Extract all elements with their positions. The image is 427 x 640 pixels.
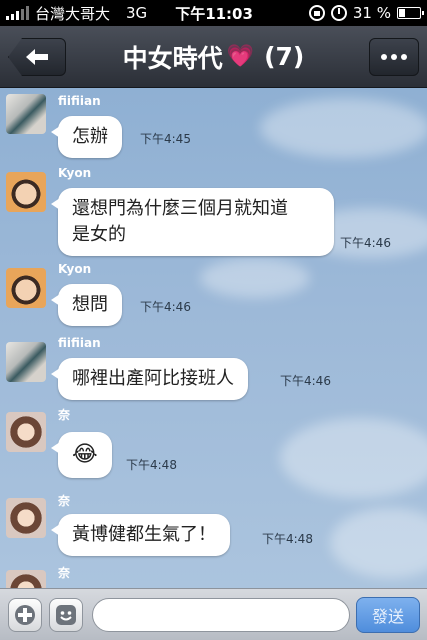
message-input[interactable] (92, 598, 350, 632)
message-input-bar: 發送 (0, 588, 427, 640)
arrow-left-icon (26, 49, 48, 65)
sender-name: Kyon (58, 166, 92, 180)
chat-messages-area[interactable]: fiifiian 怎辦 下午4:45 Kyon 還想門為什麼三個月就知道 是女的… (0, 88, 427, 588)
sender-name: Kyon (58, 262, 92, 276)
avatar[interactable] (6, 570, 46, 588)
smiley-icon (56, 605, 76, 625)
message-time: 下午4:45 (140, 132, 191, 146)
avatar[interactable] (6, 94, 46, 134)
sender-name: fiifiian (58, 94, 101, 108)
attach-button[interactable] (8, 598, 42, 632)
more-options-button[interactable] (369, 38, 419, 76)
chat-title: 中女時代 💗 (7) (123, 39, 305, 75)
back-button[interactable] (8, 38, 66, 76)
chat-header: 中女時代 💗 (7) (0, 26, 427, 88)
plus-icon (15, 605, 35, 625)
member-count: (7) (264, 42, 305, 71)
alarm-icon (330, 5, 347, 21)
sender-name: 奈 (58, 566, 71, 580)
message-text-line: 還想門為什麼三個月就知道 (72, 198, 288, 219)
message-time: 下午4:48 (126, 458, 177, 472)
signal-strength-icon (6, 6, 29, 20)
message-time: 下午4:48 (262, 532, 313, 546)
message-bubble[interactable]: 怎辦 (51, 116, 122, 158)
sender-name: 奈 (58, 494, 71, 508)
avatar[interactable] (6, 412, 46, 452)
network-type: 3G (126, 4, 148, 22)
avatar[interactable] (6, 342, 46, 382)
status-bar: 台灣大哥大 3G 下午11:03 31 % (0, 0, 427, 26)
message-text-line: 是女的 (72, 224, 126, 245)
rotation-lock-icon (308, 5, 325, 21)
carrier-name: 台灣大哥大 (35, 4, 111, 23)
message-bubble[interactable]: 黃博健都生氣了！ (51, 514, 230, 556)
avatar[interactable] (6, 172, 46, 212)
message-bubble[interactable]: 還想門為什麼三個月就知道 是女的 (51, 188, 334, 256)
message-bubble[interactable]: 😂 (51, 432, 112, 478)
battery-percent: 31 % (352, 4, 391, 22)
message-bubble[interactable]: 哪裡出產阿比接班人 (51, 358, 248, 400)
send-button[interactable]: 發送 (356, 597, 420, 633)
sender-name: fiifiian (58, 336, 101, 350)
avatar[interactable] (6, 498, 46, 538)
heart-icon: 💗 (226, 44, 255, 69)
status-time: 下午11:03 (175, 4, 253, 23)
battery-icon (397, 7, 424, 19)
sticker-button[interactable] (49, 598, 83, 632)
message-time: 下午4:46 (140, 300, 191, 314)
message-bubble[interactable]: 想問 (51, 284, 122, 326)
message-time: 下午4:46 (280, 374, 331, 388)
message-time: 下午4:46 (340, 236, 391, 250)
group-name: 中女時代 (122, 43, 223, 73)
sender-name: 奈 (58, 408, 71, 422)
ellipsis-icon (381, 54, 387, 60)
avatar[interactable] (6, 268, 46, 308)
